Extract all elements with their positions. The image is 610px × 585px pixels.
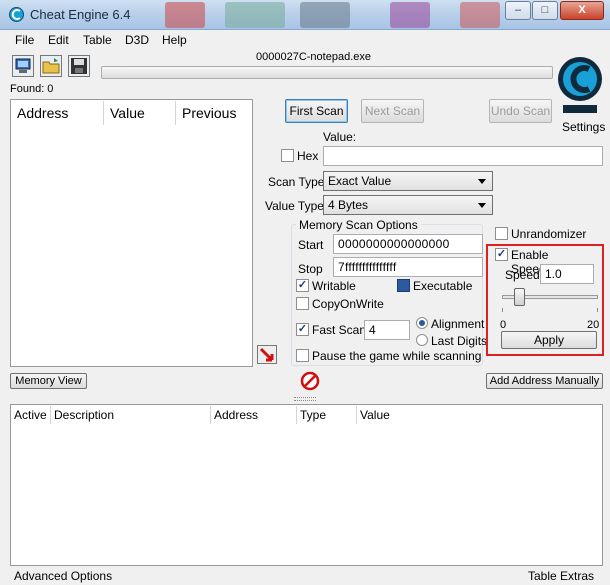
speed-slider-thumb[interactable] xyxy=(514,288,526,306)
value-input[interactable] xyxy=(323,146,603,166)
table-extras-link[interactable]: Table Extras xyxy=(528,569,594,583)
scan-type-label: Scan Type xyxy=(268,175,325,189)
start-address-input[interactable]: 0000000000000000 xyxy=(333,234,483,254)
value-type-value: 4 Bytes xyxy=(328,198,369,212)
cheat-engine-logo[interactable] xyxy=(555,53,605,117)
save-button[interactable] xyxy=(68,55,90,77)
scan-type-select[interactable]: Exact Value xyxy=(323,171,493,191)
slider-max-label: 20 xyxy=(587,319,600,331)
hex-label: Hex xyxy=(297,149,319,163)
main-window: Cheat Engine 6.4 – □ X File Edit Table D… xyxy=(0,0,610,585)
column-address[interactable]: Address xyxy=(11,101,104,125)
column-active[interactable]: Active xyxy=(11,406,51,424)
last-digits-label: Last Digits xyxy=(431,334,488,348)
speed-input[interactable]: 1.0 xyxy=(540,264,594,284)
title-bar[interactable]: Cheat Engine 6.4 – □ X xyxy=(0,0,610,30)
scan-type-value: Exact Value xyxy=(328,174,392,188)
stop-address-input[interactable]: 7fffffffffffffff xyxy=(333,257,483,277)
memory-scan-options-title: Memory Scan Options xyxy=(296,218,421,232)
background-tab-blob xyxy=(225,2,285,28)
column-value[interactable]: Value xyxy=(104,101,176,125)
first-scan-button[interactable]: First Scan xyxy=(285,99,348,123)
fast-scan-checkbox[interactable] xyxy=(296,323,309,336)
splitter-handle[interactable] xyxy=(294,397,316,401)
menu-help[interactable]: Help xyxy=(162,33,187,47)
unrandomizer-label: Unrandomizer xyxy=(511,227,587,241)
column-description[interactable]: Description xyxy=(51,406,211,424)
speed-label: Speed xyxy=(505,268,540,282)
address-table[interactable]: Active Description Address Type Value xyxy=(10,404,603,566)
executable-checkbox[interactable] xyxy=(397,279,410,292)
chevron-down-icon xyxy=(478,179,486,184)
enable-speedhack-checkbox[interactable] xyxy=(495,248,508,261)
column-previous[interactable]: Previous xyxy=(176,101,252,125)
folder-icon xyxy=(42,58,60,74)
memory-view-button[interactable]: Memory View xyxy=(10,373,87,389)
minimize-button[interactable]: – xyxy=(505,1,531,20)
found-count: Found: 0 xyxy=(10,83,54,95)
column-value[interactable]: Value xyxy=(357,406,602,424)
value-type-select[interactable]: 4 Bytes xyxy=(323,195,493,215)
open-process-button[interactable] xyxy=(12,55,34,77)
advanced-options-link[interactable]: Advanced Options xyxy=(14,569,112,583)
stop-button[interactable] xyxy=(300,371,320,391)
close-button[interactable]: X xyxy=(560,1,604,20)
stop-icon xyxy=(300,371,320,391)
slider-min-label: 0 xyxy=(500,319,507,331)
column-address[interactable]: Address xyxy=(211,406,297,424)
fast-scan-input[interactable]: 4 xyxy=(364,320,410,340)
menu-file[interactable]: File xyxy=(15,33,34,47)
fast-scan-label: Fast Scan xyxy=(312,323,367,337)
background-tab-blob xyxy=(390,2,430,28)
unrandomizer-checkbox[interactable] xyxy=(495,227,508,240)
alignment-radio[interactable] xyxy=(416,317,428,329)
add-address-manually-button[interactable]: Add Address Manually xyxy=(486,373,603,389)
executable-label: Executable xyxy=(413,279,473,293)
slider-tick xyxy=(597,308,598,312)
red-arrow-icon xyxy=(259,347,274,362)
last-digits-radio[interactable] xyxy=(416,334,428,346)
scan-progress-bar xyxy=(101,66,553,79)
pause-game-checkbox[interactable] xyxy=(296,349,309,362)
scan-results-list[interactable]: Address Value Previous xyxy=(10,99,253,367)
process-name: 0000027C-notepad.exe xyxy=(256,51,371,63)
slider-tick xyxy=(502,308,503,312)
menu-bar: File Edit Table D3D Help xyxy=(0,31,610,50)
alignment-label: Alignment xyxy=(431,317,485,331)
copyonwrite-checkbox[interactable] xyxy=(296,297,309,310)
menu-d3d[interactable]: D3D xyxy=(125,33,149,47)
pause-game-label: Pause the game while scanning xyxy=(312,349,482,363)
window-title: Cheat Engine 6.4 xyxy=(30,7,131,22)
menu-table[interactable]: Table xyxy=(83,33,112,47)
background-tab-blob xyxy=(300,2,350,28)
value-label: Value: xyxy=(323,130,357,144)
column-type[interactable]: Type xyxy=(297,406,357,424)
value-type-label: Value Type xyxy=(265,199,324,213)
writable-label: Writable xyxy=(312,279,356,293)
hex-checkbox[interactable] xyxy=(281,149,294,162)
chevron-down-icon xyxy=(478,203,486,208)
floppy-icon xyxy=(71,58,87,74)
stop-label: Stop xyxy=(298,262,323,276)
copy-to-table-button[interactable] xyxy=(257,345,277,364)
copyonwrite-label: CopyOnWrite xyxy=(312,297,384,311)
background-tab-blob xyxy=(165,2,205,28)
settings-label[interactable]: Settings xyxy=(562,120,605,134)
undo-scan-button[interactable]: Undo Scan xyxy=(489,99,552,123)
computer-icon xyxy=(15,58,31,73)
maximize-button[interactable]: □ xyxy=(532,1,558,20)
menu-edit[interactable]: Edit xyxy=(48,33,69,47)
cheat-engine-icon[interactable] xyxy=(8,6,25,23)
open-file-button[interactable] xyxy=(40,55,62,77)
next-scan-button[interactable]: Next Scan xyxy=(361,99,424,123)
apply-speed-button[interactable]: Apply xyxy=(501,331,597,349)
writable-checkbox[interactable] xyxy=(296,279,309,292)
start-label: Start xyxy=(298,238,324,252)
background-tab-blob xyxy=(460,2,500,28)
